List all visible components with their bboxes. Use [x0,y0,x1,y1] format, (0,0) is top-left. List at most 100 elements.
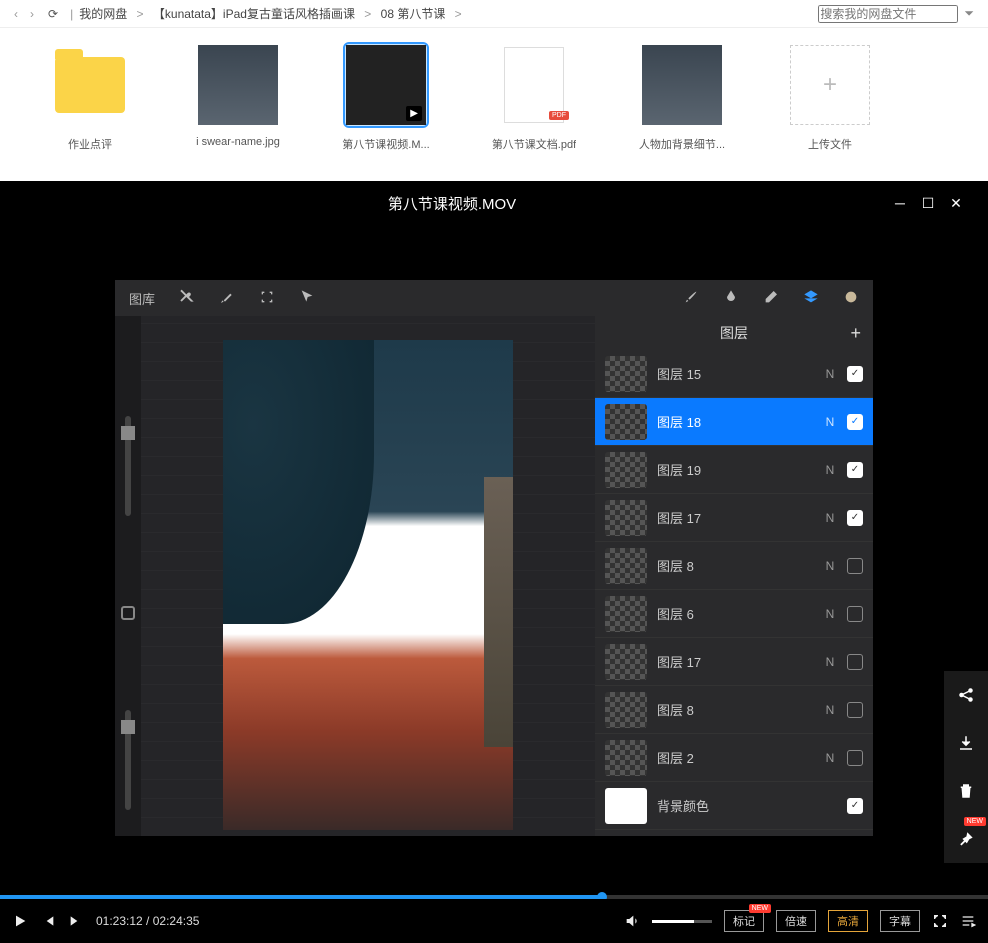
layer-visibility-checkbox[interactable]: ✓ [847,366,863,382]
wrench-icon[interactable] [175,285,199,312]
gallery-button[interactable]: 图库 [125,285,159,312]
folder-icon [55,57,125,113]
smudge-icon[interactable] [719,285,743,312]
file-label: 上传文件 [808,136,852,152]
speed-button[interactable]: 倍速 [776,910,816,932]
play-icon[interactable] [12,913,28,929]
wand-icon[interactable] [215,285,239,312]
download-icon[interactable] [944,719,988,767]
file-item-folder[interactable]: 作业点评 [30,42,150,167]
layer-thumb [605,500,647,536]
share-icon[interactable] [944,671,988,719]
layer-blend-mode[interactable]: N [823,463,837,477]
quality-button[interactable]: 高清 [828,910,868,932]
cursor-icon[interactable] [295,285,319,312]
volume-icon[interactable] [624,913,640,929]
layer-row[interactable]: 图层 6N [595,590,873,638]
breadcrumb-path2[interactable]: 08 第八节课 [379,5,448,22]
minimize-icon[interactable]: ─ [886,195,914,211]
video-canvas[interactable]: 图库 [0,225,988,891]
fullscreen-icon[interactable] [932,913,948,929]
file-item-image[interactable]: i swear-name.jpg [178,42,298,167]
refresh-icon[interactable]: ⟳ [40,7,66,21]
layer-row[interactable]: 图层 17N [595,638,873,686]
layer-visibility-checkbox[interactable]: ✓ [847,414,863,430]
layer-visibility-checkbox[interactable] [847,750,863,766]
layers-icon[interactable] [799,285,823,312]
layer-visibility-checkbox[interactable]: ✓ [847,462,863,478]
layer-visibility-checkbox[interactable]: ✓ [847,798,863,814]
new-badge: NEW [964,817,986,826]
close-icon[interactable]: ✕ [942,195,970,212]
file-label: 第八节课文档.pdf [492,136,576,152]
layer-row[interactable]: 图层 15 N ✓ [595,350,873,398]
layer-row[interactable]: 图层 19N✓ [595,446,873,494]
search-input[interactable] [818,5,958,23]
mark-button[interactable]: 标记NEW [724,910,764,932]
next-icon[interactable] [68,913,84,929]
maximize-icon[interactable]: ☐ [914,195,942,212]
image-thumb [198,45,278,125]
color-picker-icon[interactable] [839,285,863,312]
layer-blend-mode[interactable]: N [823,607,837,621]
layer-visibility-checkbox[interactable] [847,606,863,622]
playlist-icon[interactable] [960,913,976,929]
layer-row[interactable]: 图层 2N [595,734,873,782]
brush-size-slider[interactable] [125,416,131,516]
procreate-canvas[interactable] [141,316,595,836]
layer-name: 背景颜色 [657,796,837,815]
selection-icon[interactable] [255,285,279,312]
add-layer-icon[interactable]: + [850,323,861,344]
layer-name: 图层 8 [657,700,813,719]
brush-icon[interactable] [679,285,703,312]
layer-row[interactable]: 图层 8 N [595,686,873,734]
nav-forward-icon[interactable]: › [24,7,40,21]
breadcrumb-bar: ‹ › ⟳ | 我的网盘 > 【kunatata】iPad复古童话风格插画课 >… [0,0,988,28]
layers-title: 图层 [720,323,748,343]
layer-visibility-checkbox[interactable] [847,702,863,718]
layer-blend-mode[interactable]: N [823,415,837,429]
layer-row[interactable]: 图层 18 N ✓ [595,398,873,446]
layer-blend-mode[interactable]: N [823,655,837,669]
procreate-toolbar: 图库 [115,280,873,316]
file-item-pdf[interactable]: 第八节课文档.pdf [474,42,594,167]
layer-thumb [605,788,647,824]
prev-icon[interactable] [40,913,56,929]
layers-panel: 图层 + 图层 15N✓图层 18N✓图层 19N✓图层 17N✓图层 8N图层… [595,316,873,836]
volume-slider[interactable] [652,920,712,923]
breadcrumb-root[interactable]: 我的网盘 [77,5,129,22]
procreate-app: 图库 [115,280,873,836]
artwork-preview [223,340,513,830]
file-item-image[interactable]: 人物加背景细节... [622,42,742,167]
layer-name: 图层 17 [657,508,813,527]
layer-blend-mode[interactable]: N [823,751,837,765]
breadcrumb-path1[interactable]: 【kunatata】iPad复古童话风格插画课 [151,5,357,22]
layers-header: 图层 + [595,316,873,350]
file-item-upload[interactable]: + 上传文件 [770,42,890,167]
layer-visibility-checkbox[interactable]: ✓ [847,510,863,526]
search-icon[interactable]: ⏷ [958,6,980,21]
player-title: 第八节课视频.MOV [18,193,886,214]
delete-icon[interactable] [944,767,988,815]
layer-thumb [605,452,647,488]
layer-blend-mode[interactable]: N [823,511,837,525]
eraser-icon[interactable] [759,285,783,312]
background-layer-row[interactable]: 背景颜色 ✓ [595,782,873,830]
layer-blend-mode[interactable]: N [823,367,837,381]
opacity-slider[interactable] [125,710,131,810]
layer-visibility-checkbox[interactable] [847,558,863,574]
pin-icon[interactable]: NEW [944,815,988,863]
layer-blend-mode[interactable]: N [823,703,837,717]
layer-blend-mode[interactable]: N [823,559,837,573]
layer-name: 图层 15 [657,364,813,383]
video-player: 第八节课视频.MOV ─ ☐ ✕ 图库 [0,181,988,943]
modifier-button[interactable] [121,606,135,620]
nav-back-icon[interactable]: ‹ [8,7,24,21]
layer-row[interactable]: 图层 8N [595,542,873,590]
layer-name: 图层 18 [657,412,813,431]
layer-row[interactable]: 图层 17 N ✓ [595,494,873,542]
subtitle-button[interactable]: 字幕 [880,910,920,932]
video-thumb [346,45,426,125]
layer-visibility-checkbox[interactable] [847,654,863,670]
file-item-video-selected[interactable]: 第八节课视频.M... [326,42,446,167]
